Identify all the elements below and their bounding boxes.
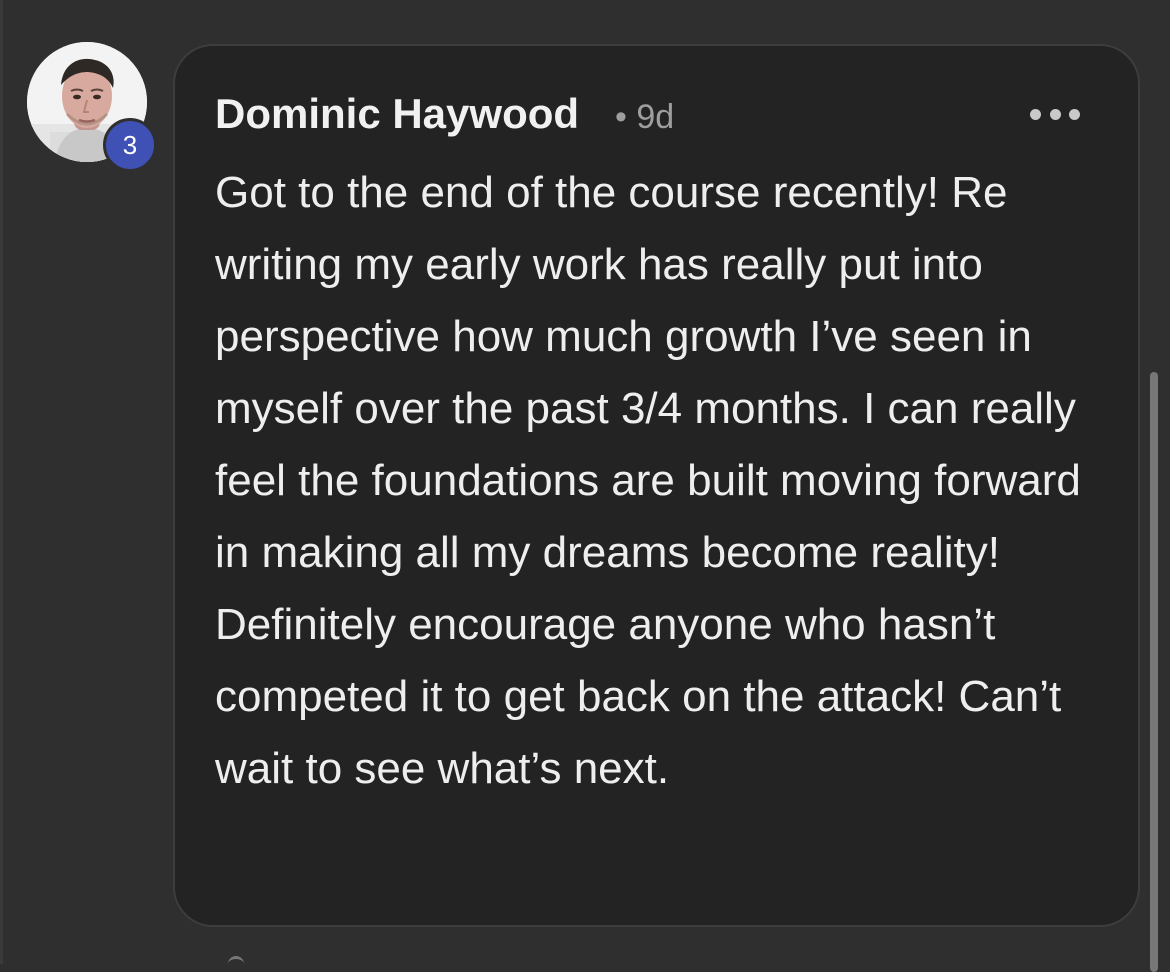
more-horizontal-icon-dot — [1049, 108, 1061, 120]
comment-body: Got to the end of the course recently! R… — [215, 168, 1081, 793]
vertical-scrollbar[interactable] — [1150, 372, 1158, 972]
author-name[interactable]: Dominic Haywood — [215, 86, 579, 142]
more-horizontal-icon-dot — [1069, 108, 1080, 120]
comment-age: 9d — [636, 98, 675, 136]
author-avatar-container[interactable]: 3 — [27, 42, 157, 172]
user-level-badge: 3 — [103, 118, 157, 172]
comment-meta: • 9d — [615, 92, 674, 142]
left-edge-divider — [0, 0, 3, 964]
more-horizontal-icon-dot — [1030, 108, 1041, 120]
next-action-icon — [228, 956, 244, 967]
comment-card: Dominic Haywood • 9d Got to the end of t… — [173, 44, 1140, 927]
more-options-button[interactable] — [1030, 102, 1080, 126]
meta-separator: • — [615, 98, 627, 136]
